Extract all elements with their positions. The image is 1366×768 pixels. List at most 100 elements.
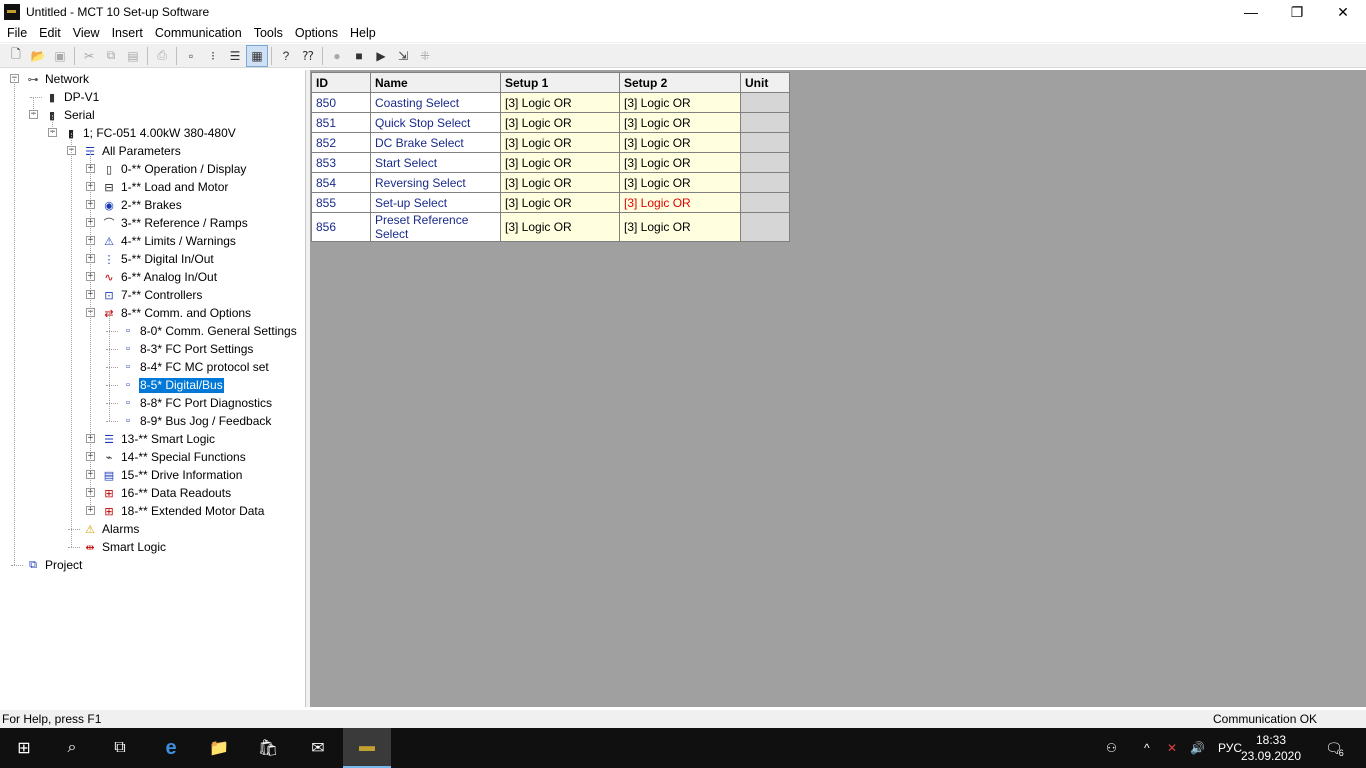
tree-item[interactable]: + ⊞ 18-** Extended Motor Data — [86, 502, 265, 520]
list-view-icon[interactable]: ☰ — [224, 45, 246, 67]
tree-item[interactable]: + ▯ 0-** Operation / Display — [86, 160, 247, 178]
menu-view[interactable]: View — [67, 24, 106, 42]
tree-item[interactable]: ▫ 8-4* FC MC protocol set — [106, 358, 270, 376]
menu-communication[interactable]: Communication — [149, 24, 248, 42]
tree-item[interactable]: + ⌁ 14-** Special Functions — [86, 448, 247, 466]
cell-unit[interactable] — [740, 212, 790, 242]
cell-setup-1[interactable]: [3] Logic OR — [500, 152, 620, 173]
cell-unit[interactable] — [740, 172, 790, 193]
notifications-icon[interactable]: 🗨 6 — [1325, 728, 1344, 768]
cell-name[interactable]: Set-up Select — [370, 192, 501, 213]
show-hidden-icons-icon[interactable]: ^ — [1144, 728, 1150, 768]
large-icons-view-icon[interactable]: ▫ — [180, 45, 202, 67]
search-icon[interactable]: ⌕ — [48, 728, 96, 768]
tree-item[interactable]: + ◉ 2-** Brakes — [86, 196, 183, 214]
file-explorer-icon[interactable]: 📁 — [195, 728, 243, 768]
cell-setup-1[interactable]: [3] Logic OR — [500, 92, 620, 113]
cell-name[interactable]: DC Brake Select — [370, 132, 501, 153]
print-icon[interactable]: ⎙ — [151, 45, 173, 67]
read-from-drive-icon[interactable]: ⇲ — [392, 45, 414, 67]
details-view-icon[interactable]: ▦ — [246, 44, 268, 67]
store-icon[interactable]: 🛍 — [244, 728, 292, 768]
cell-setup-1[interactable]: [3] Logic OR — [500, 112, 620, 133]
tree-item[interactable]: + ⊞ 16-** Data Readouts — [86, 484, 232, 502]
tree-item[interactable]: ⚠ Alarms — [68, 520, 140, 538]
cell-setup-1[interactable]: [3] Logic OR — [500, 172, 620, 193]
tree-item[interactable]: ▫ 8-0* Comm. General Settings — [106, 322, 298, 340]
cell-name[interactable]: Coasting Select — [370, 92, 501, 113]
column-header-setup-1[interactable]: Setup 1 — [500, 72, 620, 93]
cell-setup-2[interactable]: [3] Logic OR — [619, 112, 741, 133]
column-header-name[interactable]: Name — [370, 72, 501, 93]
tree-item[interactable]: − ☰ All Parameters — [67, 142, 182, 160]
tree-item[interactable]: + ⚠ 4-** Limits / Warnings — [86, 232, 237, 250]
network-disconnected-icon[interactable]: ✕ — [1167, 728, 1177, 768]
close-button[interactable]: ✕ — [1320, 0, 1366, 24]
cell-name[interactable]: Quick Stop Select — [370, 112, 501, 133]
cell-unit[interactable] — [740, 152, 790, 173]
cell-setup-2[interactable]: [3] Logic OR — [619, 152, 741, 173]
menu-edit[interactable]: Edit — [33, 24, 67, 42]
save-icon[interactable]: ▣ — [49, 45, 71, 67]
restore-button[interactable]: ❐ — [1274, 0, 1320, 24]
cell-setup-2[interactable]: [3] Logic OR — [619, 92, 741, 113]
open-folder-icon[interactable]: 📂 — [27, 45, 49, 67]
navigation-tree[interactable]: − ⊶ Network ▮ DP-V1− ▮ Serial − ▮ 1; FC-051 4.00k… — [2, 70, 306, 707]
mail-icon[interactable]: ✉ — [294, 728, 342, 768]
tree-item[interactable]: ▫ 8-9* Bus Jog / Feedback — [106, 412, 272, 430]
cell-setup-2[interactable]: [3] Logic OR — [619, 192, 741, 213]
tree-item[interactable]: ▮ DP-V1 — [30, 88, 100, 106]
windows-start-icon[interactable]: ⊞ — [0, 728, 48, 768]
tree-item[interactable]: ▫ 8-8* FC Port Diagnostics — [106, 394, 273, 412]
tree-item[interactable]: + ⊡ 7-** Controllers — [86, 286, 203, 304]
tree-item[interactable]: + ∿ 6-** Analog In/Out — [86, 268, 218, 286]
menu-help[interactable]: Help — [344, 24, 382, 42]
stop-icon[interactable]: ● — [326, 45, 348, 67]
menu-tools[interactable]: Tools — [248, 24, 289, 42]
mct10-app-icon[interactable]: ▬ — [343, 728, 391, 768]
cell-setup-2[interactable]: [3] Logic OR — [619, 172, 741, 193]
clock[interactable]: 18:33 23.09.2020 — [1240, 732, 1302, 764]
cell-name[interactable]: Preset Reference Select — [370, 212, 501, 242]
tree-item[interactable]: + ▤ 15-** Drive Information — [86, 466, 243, 484]
cell-unit[interactable] — [740, 132, 790, 153]
cell-unit[interactable] — [740, 112, 790, 133]
help-icon[interactable]: ? — [275, 45, 297, 67]
scan-network-icon[interactable]: ⁜ — [414, 45, 436, 67]
cell-setup-2[interactable]: [3] Logic OR — [619, 132, 741, 153]
tree-item[interactable]: − ⊶ Network — [10, 70, 90, 88]
cell-setup-2[interactable]: [3] Logic OR — [619, 212, 741, 242]
people-icon[interactable]: ⚇ — [1106, 728, 1117, 768]
tree-item[interactable]: − ⇄ 8-** Comm. and Options — [86, 304, 252, 322]
menu-file[interactable]: File — [0, 24, 33, 42]
cut-icon[interactable]: ✂ — [78, 45, 100, 67]
cell-unit[interactable] — [740, 92, 790, 113]
column-header-id[interactable]: ID — [311, 72, 371, 93]
edge-browser-icon[interactable]: e — [147, 728, 195, 768]
tree-item[interactable]: + ⋮ 5-** Digital In/Out — [86, 250, 215, 268]
tree-item[interactable]: ⇹ Smart Logic — [68, 538, 167, 556]
minimize-button[interactable]: — — [1228, 0, 1274, 24]
tree-item[interactable]: ▫ 8-5* Digital/Bus — [106, 376, 224, 394]
tree-item[interactable]: + ⌒ 3-** Reference / Ramps — [86, 214, 249, 232]
tree-item[interactable]: ▫ 8-3* FC Port Settings — [106, 340, 254, 358]
cell-unit[interactable] — [740, 192, 790, 213]
small-icons-view-icon[interactable]: ⁝ — [202, 45, 224, 67]
copy-icon[interactable]: ⧉ — [100, 45, 122, 67]
cell-name[interactable]: Reversing Select — [370, 172, 501, 193]
column-header-setup-2[interactable]: Setup 2 — [619, 72, 741, 93]
paste-icon[interactable]: ▤ — [122, 45, 144, 67]
cell-setup-1[interactable]: [3] Logic OR — [500, 132, 620, 153]
tree-item[interactable]: + ☰ 13-** Smart Logic — [86, 430, 216, 448]
tree-item[interactable]: ⧉ Project — [11, 556, 83, 574]
drive-stop-icon[interactable]: ■ — [348, 45, 370, 67]
cell-name[interactable]: Start Select — [370, 152, 501, 173]
context-help-icon[interactable]: ⁇ — [297, 45, 319, 67]
menu-options[interactable]: Options — [289, 24, 344, 42]
cell-setup-1[interactable]: [3] Logic OR — [500, 192, 620, 213]
language-indicator[interactable]: РУС — [1218, 728, 1242, 768]
tree-item[interactable]: − ▮ 1; FC-051 4.00kW 380-480V — [48, 124, 237, 142]
volume-icon[interactable]: 🔊 — [1190, 728, 1205, 768]
cell-setup-1[interactable]: [3] Logic OR — [500, 212, 620, 242]
task-view-icon[interactable]: ⧉ — [96, 728, 144, 768]
